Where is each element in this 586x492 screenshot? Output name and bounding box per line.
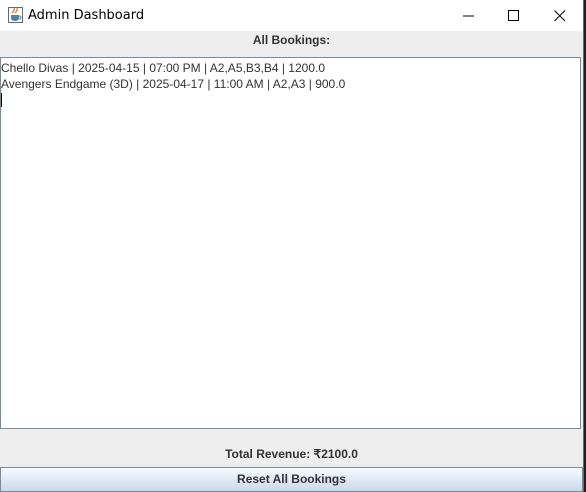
total-revenue-label: Total Revenue: ₹2100.0 — [225, 447, 358, 461]
close-icon — [554, 10, 566, 22]
maximize-button[interactable] — [491, 0, 537, 31]
minimize-button[interactable] — [446, 0, 492, 31]
admin-dashboard-window: Admin Dashboard All Bookings: Chello Div… — [0, 0, 584, 492]
minimize-icon — [463, 15, 474, 17]
close-button[interactable] — [537, 0, 583, 31]
reset-all-bookings-button[interactable]: Reset All Bookings — [0, 467, 583, 492]
maximize-icon — [508, 10, 519, 21]
bookings-text-area[interactable]: Chello Divas | 2025-04-15 | 07:00 PM | A… — [0, 57, 581, 429]
text-caret — [1, 93, 2, 107]
window-title: Admin Dashboard — [28, 8, 145, 23]
all-bookings-heading: All Bookings: — [252, 33, 331, 47]
java-cup-icon — [8, 7, 23, 23]
booking-line: Avengers Endgame (3D) | 2025-04-17 | 11:… — [1, 77, 346, 91]
title-bar[interactable]: Admin Dashboard — [0, 0, 583, 31]
booking-line: Chello Divas | 2025-04-15 | 07:00 PM | A… — [1, 61, 325, 75]
